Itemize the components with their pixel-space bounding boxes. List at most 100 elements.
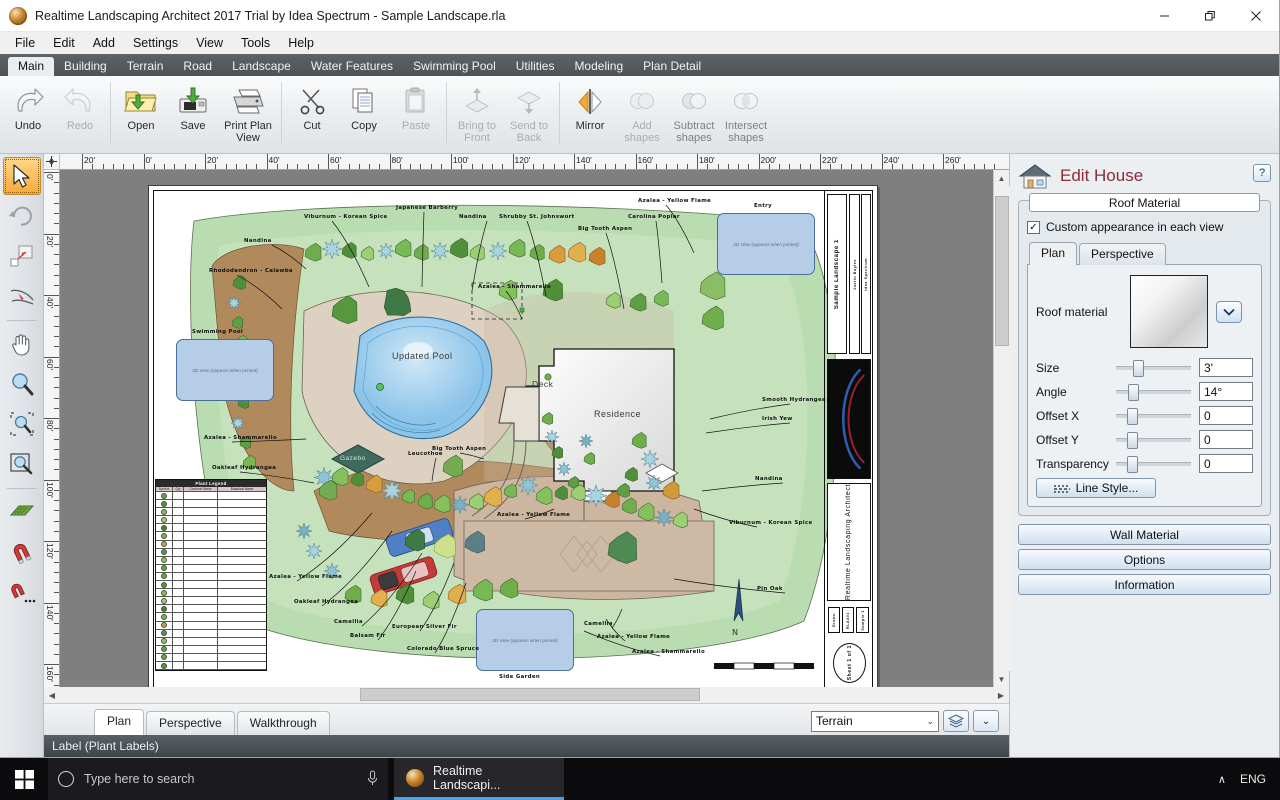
select-arrow-tool[interactable] <box>2 157 41 195</box>
scroll-up-button[interactable]: ▲ <box>993 170 1010 186</box>
plant-label[interactable]: Oakleaf Hydrangea <box>212 465 276 471</box>
offset-y-value[interactable]: 0 <box>1199 430 1253 449</box>
print-plan-view-button[interactable]: Print Plan View <box>219 78 277 150</box>
plant-label[interactable]: Oakleaf Hydrangea <box>294 599 358 605</box>
vertical-scrollbar[interactable]: ▲ ▼ <box>993 170 1010 687</box>
start-button[interactable] <box>0 758 48 800</box>
menu-help[interactable]: Help <box>279 34 323 52</box>
subtract-shapes-button[interactable]: Subtract shapes <box>668 78 720 150</box>
subtab-plan[interactable]: Plan <box>1029 242 1078 265</box>
vscroll-track[interactable] <box>993 186 1010 671</box>
mirror-button[interactable]: Mirror <box>564 78 616 150</box>
subtab-perspective[interactable]: Perspective <box>1079 243 1166 265</box>
angle-slider[interactable] <box>1116 383 1191 401</box>
ribbon-tab-main[interactable]: Main <box>8 57 55 76</box>
scroll-down-button[interactable]: ▼ <box>993 671 1010 687</box>
copy-button[interactable]: Copy <box>338 78 390 150</box>
magnet-snap-tool[interactable] <box>3 533 41 571</box>
ruler-origin-button[interactable] <box>44 154 60 170</box>
transparency-slider-thumb[interactable] <box>1126 455 1138 473</box>
language-indicator[interactable]: ENG <box>1240 772 1266 786</box>
menu-edit[interactable]: Edit <box>44 34 84 52</box>
size-slider[interactable] <box>1116 359 1191 377</box>
ribbon-tab-modeling[interactable]: Modeling <box>564 57 633 76</box>
taskbar-app-realtime-landscaping[interactable]: Realtime Landscapi... <box>394 758 564 800</box>
ribbon-tab-water-features[interactable]: Water Features <box>301 57 403 76</box>
ribbon-tab-road[interactable]: Road <box>173 57 222 76</box>
minimize-button[interactable] <box>1141 0 1187 32</box>
scroll-left-button[interactable]: ◀ <box>44 687 60 703</box>
rotate-tool[interactable] <box>3 197 41 235</box>
ribbon-tab-utilities[interactable]: Utilities <box>506 57 565 76</box>
menu-view[interactable]: View <box>187 34 232 52</box>
view-tab-plan[interactable]: Plan <box>94 709 145 735</box>
offset-x-slider-thumb[interactable] <box>1126 407 1138 425</box>
intersect-shapes-button[interactable]: Intersect shapes <box>720 78 772 150</box>
layers-button[interactable] <box>943 710 969 732</box>
view-tab-perspective[interactable]: Perspective <box>146 711 235 735</box>
plant-label[interactable]: Nandina <box>755 476 783 482</box>
maximize-button[interactable] <box>1187 0 1233 32</box>
plant-label[interactable]: Big Tooth Aspen <box>432 446 486 452</box>
open-button[interactable]: Open <box>115 78 167 150</box>
information-button[interactable]: Information <box>1018 574 1271 595</box>
offset-y-slider-thumb[interactable] <box>1126 431 1138 449</box>
plant-label[interactable]: Pin Oak <box>757 586 783 592</box>
layer-dropdown-button[interactable]: ⌄ <box>973 710 999 732</box>
angle-slider-thumb[interactable] <box>1128 383 1139 401</box>
vertical-ruler[interactable]: 0' 20' 40' 60' 80' 100' 120' 140' 160' <box>44 170 60 687</box>
plant-label[interactable]: Azalea - Yellow Flame <box>269 574 342 580</box>
menu-settings[interactable]: Settings <box>124 34 187 52</box>
drawing-sheet[interactable]: N Updated Pool Residence Deck Gazebo Swi… <box>148 185 878 687</box>
plant-label[interactable]: Rhododendron - Calawba <box>209 268 293 274</box>
custom-appearance-row[interactable]: ✓ Custom appearance in each view <box>1027 220 1262 234</box>
offset-y-slider[interactable] <box>1116 431 1191 449</box>
custom-appearance-checkbox[interactable]: ✓ <box>1027 220 1040 234</box>
size-value[interactable]: 3' <box>1199 358 1253 377</box>
horizontal-scrollbar[interactable]: ◀ ▶ <box>44 687 1009 703</box>
menu-tools[interactable]: Tools <box>232 34 279 52</box>
close-button[interactable] <box>1233 0 1279 32</box>
plant-label[interactable]: European Silver Fir <box>392 624 457 630</box>
bring-to-front-button[interactable]: Bring to Front <box>451 78 503 150</box>
grid-tool[interactable] <box>3 493 41 531</box>
hscroll-track[interactable] <box>60 687 993 703</box>
offset-x-slider[interactable] <box>1116 407 1191 425</box>
plant-label[interactable]: Carolina Poplar <box>628 214 680 220</box>
view-tab-walkthrough[interactable]: Walkthrough <box>236 711 330 735</box>
wall-material-button[interactable]: Wall Material <box>1018 524 1271 545</box>
plant-label[interactable]: Azalea - Yellow Flame <box>638 198 711 204</box>
layer-select[interactable]: Terrain ⌄ <box>811 710 939 732</box>
ribbon-tab-building[interactable]: Building <box>54 57 117 76</box>
menu-add[interactable]: Add <box>84 34 124 52</box>
scale-tool[interactable] <box>3 237 41 275</box>
plant-label[interactable]: Colorado Blue Spruce <box>407 646 479 652</box>
curve-edit-tool[interactable] <box>3 277 41 315</box>
vscroll-thumb[interactable] <box>994 196 1009 346</box>
hscroll-thumb[interactable] <box>360 688 700 701</box>
angle-value[interactable]: 14° <box>1199 382 1253 401</box>
plan-canvas[interactable]: N Updated Pool Residence Deck Gazebo Swi… <box>60 170 993 687</box>
microphone-icon[interactable] <box>367 770 378 789</box>
plant-label[interactable]: Azalea - Shammarello <box>632 649 705 655</box>
plant-label[interactable]: Azalea - Yellow Flame <box>597 634 670 640</box>
plant-label[interactable]: Smooth Hydrangea <box>762 397 826 403</box>
help-button[interactable]: ? <box>1253 164 1271 182</box>
undo-button[interactable]: Undo <box>2 78 54 150</box>
ribbon-tab-plan-detail[interactable]: Plan Detail <box>633 57 711 76</box>
add-shapes-button[interactable]: Add shapes <box>616 78 668 150</box>
zoom-extents-tool[interactable] <box>3 405 41 443</box>
taskbar-search[interactable]: Type here to search <box>48 758 388 800</box>
horizontal-ruler[interactable]: 20' 0' 20' 40' 60' 80' 100' 120' 140' 160' 180' 200… <box>60 154 1009 170</box>
plant-label[interactable]: Azalea - Shammarello <box>204 435 277 441</box>
ribbon-tab-landscape[interactable]: Landscape <box>222 57 301 76</box>
plant-legend[interactable]: Plant Legend Symbol Qty Common Name Bota… <box>155 479 267 672</box>
plant-label[interactable]: Nandina <box>459 214 487 220</box>
transparency-slider[interactable] <box>1116 455 1191 473</box>
line-style-button[interactable]: Line Style... <box>1036 478 1156 498</box>
plant-label[interactable]: Viburnum - Korean Spice <box>304 214 388 220</box>
plant-label[interactable]: Azalea - Yellow Flame <box>497 512 570 518</box>
plant-label[interactable]: Shrubby St. Johnswort <box>499 214 575 220</box>
callout-3d-swimming-pool[interactable]: 3D View (appears when printed) <box>176 339 274 401</box>
plant-label[interactable]: Camellia <box>334 619 363 625</box>
